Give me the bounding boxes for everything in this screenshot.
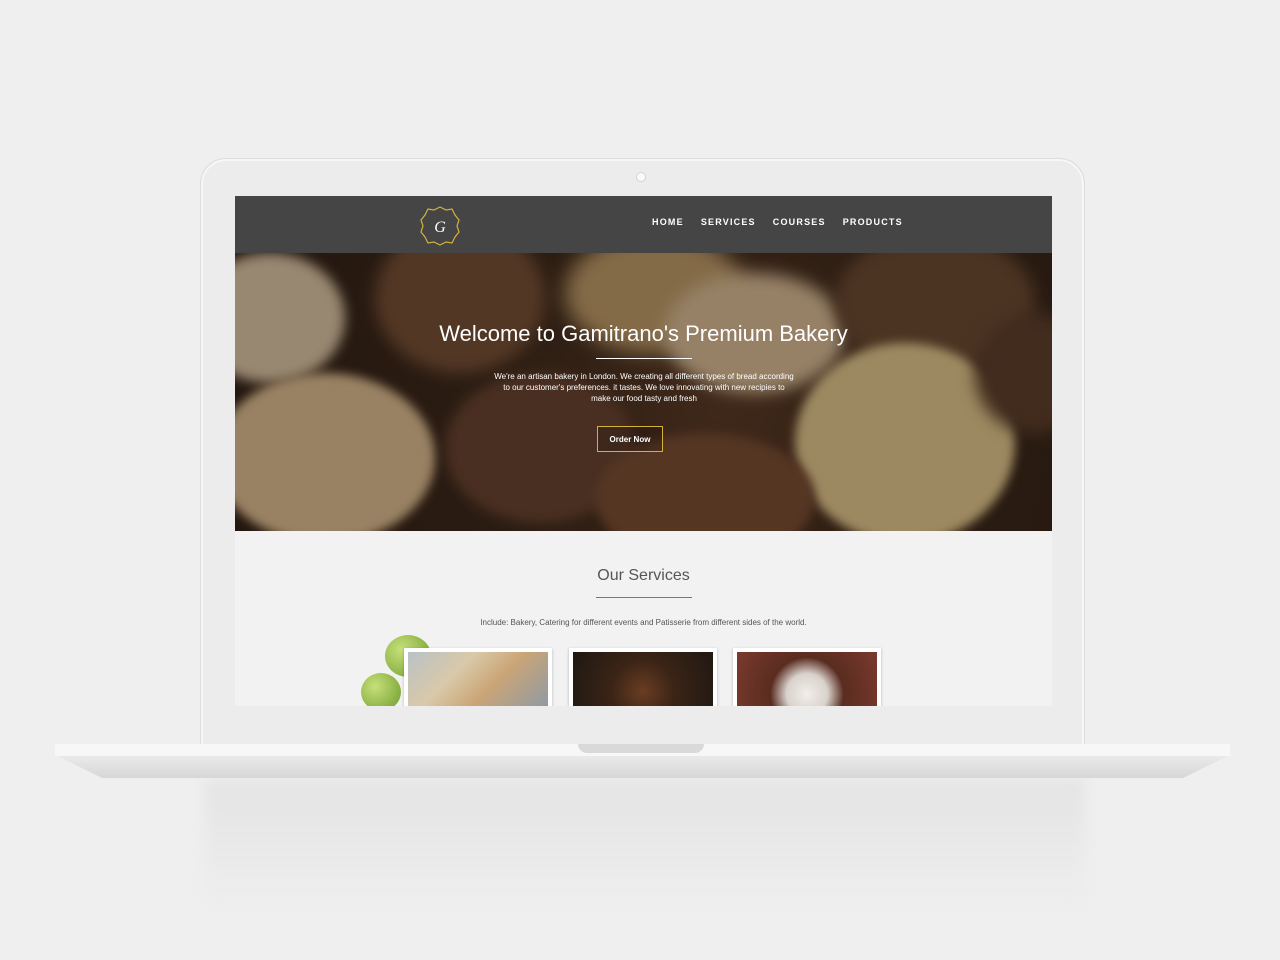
nav-courses[interactable]: COURSES <box>773 217 826 227</box>
website-screen: G HOME SERVICES COURSES PRODUCTS Welcome… <box>235 196 1052 706</box>
nav-products[interactable]: PRODUCTS <box>843 217 903 227</box>
services-description: Include: Bakery, Catering for different … <box>480 618 807 627</box>
services-section: Our Services Include: Bakery, Catering f… <box>235 531 1052 706</box>
navbar: G HOME SERVICES COURSES PRODUCTS <box>235 196 1052 253</box>
laptop-notch <box>578 744 704 753</box>
dish-image <box>573 652 713 706</box>
main-nav: HOME SERVICES COURSES PRODUCTS <box>652 217 903 227</box>
bread-image <box>408 652 548 706</box>
hero-title: Welcome to Gamitrano's Premium Bakery <box>439 321 848 346</box>
service-card-bakery[interactable] <box>404 648 552 706</box>
hero-description: We're an artisan bakery in London. We cr… <box>494 372 794 403</box>
nav-home[interactable]: HOME <box>652 217 684 227</box>
service-card-patisserie[interactable] <box>733 648 881 706</box>
apple-image <box>361 673 401 706</box>
laptop-shadow <box>205 780 1085 910</box>
services-title: Our Services <box>597 567 690 584</box>
pie-image <box>737 652 877 706</box>
logo-icon[interactable]: G <box>420 206 460 246</box>
camera-icon <box>636 172 646 182</box>
service-card-catering[interactable] <box>569 648 717 706</box>
nav-services[interactable]: SERVICES <box>701 217 756 227</box>
logo-text: G <box>434 219 446 236</box>
order-now-button[interactable]: Order Now <box>597 426 663 452</box>
services-divider <box>596 597 692 598</box>
hero-divider <box>596 358 692 359</box>
hero-section: Welcome to Gamitrano's Premium Bakery We… <box>235 253 1052 531</box>
